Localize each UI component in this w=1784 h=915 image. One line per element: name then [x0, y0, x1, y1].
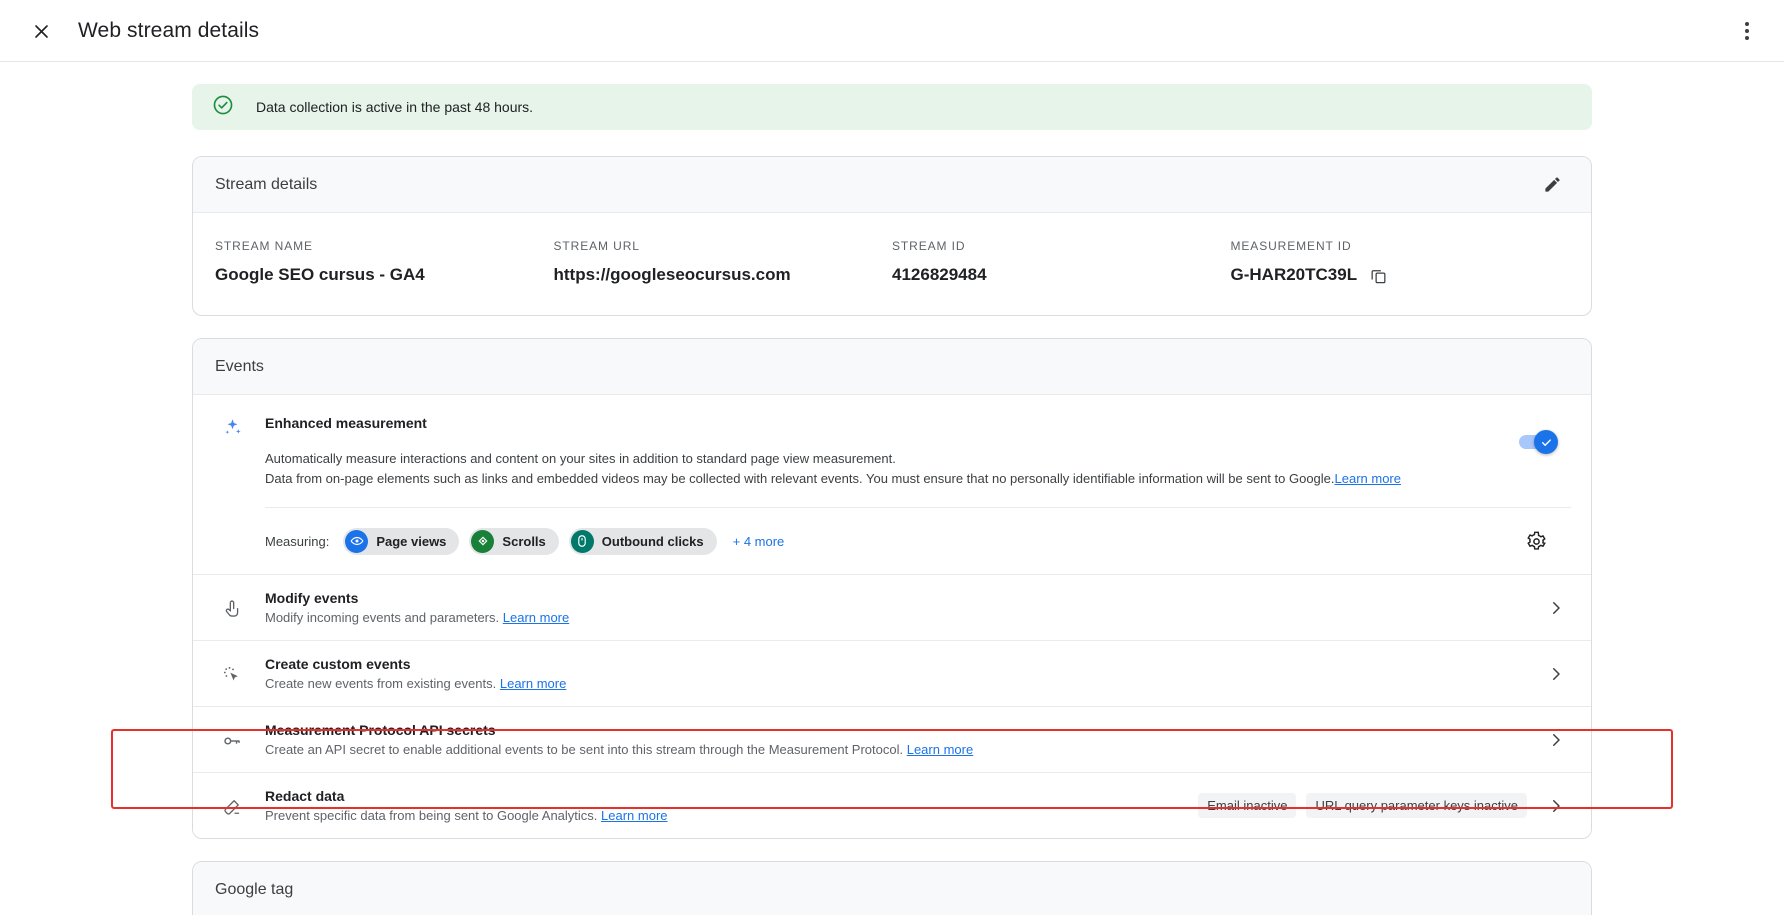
row-desc-text: Modify incoming events and parameters. [265, 610, 500, 625]
field-stream-url: STREAM URL https://googleseocursus.com [554, 239, 893, 285]
row-description: Create new events from existing events. … [265, 676, 1541, 691]
field-value-row: G-HAR20TC39L [1231, 265, 1570, 285]
stream-details-fields: STREAM NAME Google SEO cursus - GA4 STRE… [193, 213, 1591, 315]
create-custom-events-icon [215, 663, 249, 685]
edit-pencil-icon[interactable] [1535, 168, 1569, 202]
enhanced-measurement-body: Enhanced measurement Automatically measu… [249, 415, 1501, 489]
learn-more-link[interactable]: Learn more [1335, 471, 1401, 486]
chip-scrolls[interactable]: Scrolls [469, 527, 559, 555]
field-stream-id: STREAM ID 4126829484 [892, 239, 1231, 285]
events-title: Events [215, 357, 264, 375]
row-desc-text: Create new events from existing events. [265, 676, 497, 691]
enhanced-measurement-block: Enhanced measurement Automatically measu… [193, 395, 1591, 489]
google-tag-title: Google tag [215, 880, 294, 898]
sparkle-icon [215, 415, 249, 489]
copy-icon[interactable] [1369, 266, 1388, 285]
app-bar: Web stream details [0, 0, 1784, 62]
row-desc-text: Create an API secret to enable additiona… [265, 742, 904, 757]
row-description: Prevent specific data from being sent to… [265, 808, 1198, 823]
field-label: MEASUREMENT ID [1230, 239, 1352, 253]
learn-more-link[interactable]: Learn more [503, 610, 569, 625]
row-title: Measurement Protocol API secrets [265, 722, 496, 738]
more-events-link[interactable]: + 4 more [733, 534, 785, 549]
status-badge-url-query-parameter-keys: URL query parameter keys inactive [1306, 793, 1527, 818]
row-body: Modify events Modify incoming events and… [249, 590, 1541, 625]
content-wrapper: Data collection is active in the past 48… [192, 84, 1592, 915]
row-title: Redact data [265, 788, 345, 804]
chip-outbound-clicks[interactable]: Outbound clicks [568, 527, 717, 555]
redact-status-chips: Email inactive URL query parameter keys … [1198, 793, 1527, 818]
learn-more-link[interactable]: Learn more [601, 808, 667, 823]
row-description: Create an API secret to enable additiona… [265, 742, 1541, 757]
gear-icon[interactable] [1519, 524, 1553, 558]
field-measurement-id: MEASUREMENT ID G-HAR20TC39L [1231, 239, 1570, 285]
key-icon [215, 729, 249, 751]
row-body: Create custom events Create new events f… [249, 656, 1541, 691]
measuring-row: Measuring: Page views Scrolls Outbound c… [265, 507, 1571, 574]
measuring-label: Measuring: [265, 533, 330, 549]
field-label: STREAM URL [553, 239, 640, 253]
field-label: STREAM NAME [215, 239, 313, 253]
scroll-icon [471, 529, 495, 553]
enhanced-measurement-description: Automatically measure interactions and c… [265, 449, 1491, 489]
google-tag-card: Google tag 9 Configure tag settings Conf… [192, 861, 1592, 915]
measuring-chips: Page views Scrolls Outbound clicks + 4 m… [343, 527, 1501, 555]
banner-text: Data collection is active in the past 48… [256, 99, 534, 115]
list-item-measurement-protocol-api-secrets[interactable]: Measurement Protocol API secrets Create … [193, 706, 1591, 772]
more-vert-icon[interactable] [1732, 16, 1762, 46]
field-value: 4126829484 [892, 265, 987, 284]
enhanced-measurement-title: Enhanced measurement [265, 415, 427, 431]
desc-line-2: Data from on-page elements such as links… [265, 471, 1335, 486]
chevron-right-icon[interactable] [1541, 731, 1571, 749]
chevron-right-icon[interactable] [1541, 599, 1571, 617]
check-circle-icon [212, 94, 234, 121]
chevron-right-icon[interactable] [1541, 665, 1571, 683]
stream-details-title: Stream details [215, 175, 318, 193]
measurement-id-value: G-HAR20TC39L [1230, 265, 1358, 284]
field-value: Google SEO cursus - GA4 [215, 265, 425, 284]
chevron-right-icon[interactable] [1541, 797, 1571, 815]
page-title: Web stream details [78, 18, 260, 42]
desc-line-1: Automatically measure interactions and c… [265, 451, 896, 466]
page-content: Data collection is active in the past 48… [0, 62, 1784, 915]
modify-events-icon [215, 597, 249, 619]
row-title: Create custom events [265, 656, 411, 672]
row-desc-text: Prevent specific data from being sent to… [265, 808, 598, 823]
data-collection-banner: Data collection is active in the past 48… [192, 84, 1592, 130]
enhanced-measurement-toggle-cell [1501, 415, 1571, 489]
eye-icon [345, 529, 369, 553]
chip-label: Outbound clicks [601, 533, 704, 549]
list-item-redact-data[interactable]: Redact data Prevent specific data from b… [193, 772, 1591, 838]
learn-more-link[interactable]: Learn more [907, 742, 973, 757]
field-stream-name: STREAM NAME Google SEO cursus - GA4 [215, 239, 554, 285]
field-label: STREAM ID [892, 239, 966, 253]
row-body: Measurement Protocol API secrets Create … [249, 722, 1541, 757]
toggle-knob [1534, 430, 1558, 454]
events-header: Events [193, 339, 1591, 395]
mouse-icon [570, 529, 594, 553]
learn-more-link[interactable]: Learn more [500, 676, 566, 691]
events-card: Events Enhanced measurement Automaticall… [192, 338, 1592, 839]
chip-label: Page views [376, 533, 447, 549]
list-item-create-custom-events[interactable]: Create custom events Create new events f… [193, 640, 1591, 706]
stream-details-card: Stream details STREAM NAME Google SEO cu… [192, 156, 1592, 316]
chip-page-views[interactable]: Page views [343, 527, 460, 555]
redact-eraser-icon [215, 795, 249, 817]
enhanced-measurement-settings-cell [1501, 524, 1571, 558]
chip-label: Scrolls [502, 533, 546, 549]
google-tag-header: Google tag [193, 862, 1591, 915]
list-item-modify-events[interactable]: Modify events Modify incoming events and… [193, 574, 1591, 640]
stream-details-header: Stream details [193, 157, 1591, 213]
enhanced-measurement-toggle[interactable] [1519, 430, 1558, 454]
status-badge-email: Email inactive [1198, 793, 1297, 818]
row-body: Redact data Prevent specific data from b… [249, 788, 1198, 823]
row-description: Modify incoming events and parameters. L… [265, 610, 1541, 625]
field-value: https://googleseocursus.com [553, 265, 791, 284]
close-icon[interactable] [26, 16, 56, 46]
row-title: Modify events [265, 590, 359, 606]
